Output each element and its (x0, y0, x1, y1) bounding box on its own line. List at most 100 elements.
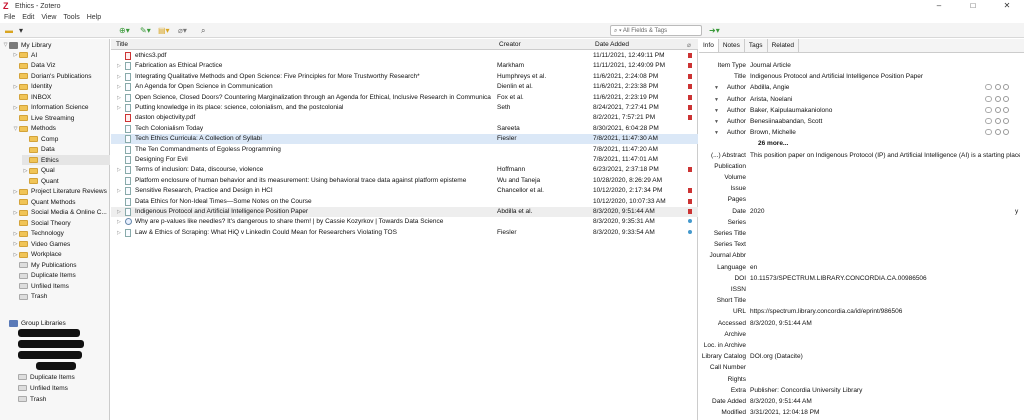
maximize-button[interactable]: □ (956, 0, 990, 12)
table-row[interactable]: ▷ Law & Ethics of Scraping: What HiQ v Li… (111, 228, 698, 238)
group-duplicate-items[interactable]: Duplicate Items (18, 372, 75, 382)
twisty-icon[interactable]: ▷ (12, 252, 19, 258)
creator-type-menu-icon[interactable]: ▼ (714, 85, 719, 91)
pdf-attachment-icon[interactable] (688, 209, 692, 214)
collection-row[interactable]: ▷ Social Media & Online C... (12, 208, 110, 218)
add-author-icon[interactable] (1003, 118, 1009, 124)
table-row[interactable]: Tech Ethics Curricula: A Collection of S… (111, 134, 698, 145)
collection-row[interactable]: Duplicate Items (12, 271, 110, 281)
group-trash[interactable]: Trash (18, 394, 46, 404)
collection-row[interactable]: Unfiled Items (12, 281, 110, 291)
collection-row[interactable]: ▷ Identity (12, 82, 110, 92)
collection-row[interactable]: ▷ AI (12, 50, 110, 60)
web-attachment-icon[interactable] (688, 219, 692, 224)
twisty-icon[interactable]: ▷ (117, 219, 121, 225)
add-author-icon[interactable] (1003, 129, 1009, 136)
table-row[interactable]: ▷ Sensitive Research, Practice and Design… (111, 186, 698, 196)
add-by-identifier-icon[interactable]: ✎▾ (140, 26, 151, 35)
field-value[interactable]: Benesiinaabandan, Scott (750, 118, 1020, 125)
column-creator[interactable]: Creator (499, 41, 521, 48)
new-item-icon[interactable]: ⊕▾ (119, 26, 130, 35)
field-value[interactable]: Journal Article (750, 62, 1020, 69)
collection-row[interactable]: Data Viz (12, 61, 110, 71)
pdf-attachment-icon[interactable] (688, 115, 692, 121)
pdf-attachment-icon[interactable] (688, 53, 692, 58)
collection-row[interactable]: INBOX (12, 92, 110, 102)
remove-author-icon[interactable] (995, 106, 1001, 113)
collection-row[interactable]: Trash (12, 292, 110, 302)
column-date-added[interactable]: Date Added (595, 41, 629, 48)
table-row[interactable]: ▷ Terms of inclusion: Data, discourse, vi… (111, 165, 698, 175)
twisty-icon[interactable]: ▷ (117, 63, 121, 69)
twisty-icon[interactable]: ▷ (117, 167, 121, 173)
sync-icon[interactable]: ➜▾ (709, 26, 720, 35)
twisty-icon[interactable]: ▷ (12, 231, 19, 237)
collection-row[interactable]: ▽ Methods (12, 124, 110, 134)
menu-tools[interactable]: Tools (63, 14, 79, 21)
field-value[interactable]: DOI.org (Datacite) (750, 353, 1020, 360)
table-row[interactable]: ethics3.pdf 11/11/2021, 12:49:11 PM (111, 51, 698, 61)
field-value[interactable]: 10.11573/SPECTRUM.LIBRARY.CONCORDIA.CA.0… (750, 275, 1020, 282)
tab-related[interactable]: Related (768, 39, 799, 52)
group-unfiled-items[interactable]: Unfiled Items (18, 383, 68, 393)
twisty-icon[interactable]: ▷ (117, 105, 121, 111)
collection-row[interactable]: ▷ Project Literature Reviews (12, 187, 110, 197)
pdf-attachment-icon[interactable] (688, 73, 692, 79)
creator-type-menu-icon[interactable]: ▼ (714, 119, 719, 125)
remove-author-icon[interactable] (995, 95, 1001, 102)
collection-row[interactable]: Dorian's Publications (12, 71, 110, 81)
collection-row[interactable]: Quant Methods (12, 197, 110, 207)
collection-row[interactable]: Comp (22, 134, 110, 144)
twisty-icon[interactable]: ▽ (2, 42, 9, 48)
pdf-attachment-icon[interactable] (688, 188, 692, 194)
table-row[interactable]: Data Ethics for Non-Ideal Times—Some Not… (111, 197, 698, 207)
twisty-icon[interactable]: ▽ (12, 126, 19, 132)
field-value[interactable]: https://spectrum.library.concordia.ca/id… (750, 308, 1020, 315)
pdf-attachment-icon[interactable] (688, 84, 692, 90)
collection-row[interactable]: Social Theory (12, 218, 110, 228)
column-title[interactable]: Title (116, 41, 128, 48)
field-value[interactable]: Baker, Kaipulaumakaniolono (750, 107, 1020, 114)
remove-author-icon[interactable] (995, 118, 1001, 124)
tab-notes[interactable]: Notes (719, 39, 745, 52)
pdf-attachment-icon[interactable] (688, 94, 692, 100)
collection-row[interactable]: ▷ Information Science (12, 103, 110, 113)
field-value[interactable]: This position paper on Indigenous Protoc… (750, 152, 1020, 159)
add-author-icon[interactable] (1003, 95, 1009, 102)
field-value[interactable]: Arista, Noelani (750, 96, 1020, 103)
menu-file[interactable]: File (4, 14, 15, 21)
table-row[interactable]: ▷ Why are p-values like needles? It's dan… (111, 217, 698, 227)
search-input[interactable]: ⌕ ▾ All Fields & Tags (610, 25, 702, 36)
twisty-icon[interactable]: ▷ (12, 241, 19, 247)
creator-type-menu-icon[interactable]: ▼ (714, 97, 719, 103)
web-attachment-icon[interactable] (688, 229, 692, 234)
field-value[interactable]: 3/31/2021, 12:04:18 PM (750, 409, 1020, 416)
twisty-icon[interactable]: ▷ (12, 189, 19, 195)
pdf-attachment-icon[interactable] (688, 198, 692, 204)
name-swap-icon[interactable] (985, 95, 992, 102)
pdf-attachment-icon[interactable] (688, 63, 692, 69)
field-value[interactable]: 26 more... (750, 140, 1020, 147)
remove-author-icon[interactable] (995, 129, 1001, 136)
collection-row[interactable]: My Publications (12, 260, 110, 270)
twisty-icon[interactable]: ▷ (12, 84, 19, 90)
field-value[interactable]: en (750, 264, 1020, 271)
remove-author-icon[interactable] (995, 84, 1001, 91)
name-swap-icon[interactable] (985, 106, 992, 113)
field-value[interactable]: 8/3/2020, 9:51:44 AM (750, 320, 1020, 327)
collection-row[interactable]: ▷ Technology (12, 229, 110, 239)
twisty-icon[interactable]: ▷ (12, 105, 19, 111)
twisty-icon[interactable]: ▷ (22, 168, 29, 174)
collection-row[interactable]: Live Streaming (12, 113, 110, 123)
twisty-icon[interactable]: ▷ (12, 52, 19, 58)
table-row[interactable]: The Ten Commandments of Egoless Programm… (111, 145, 698, 155)
collection-row[interactable]: ▷ Qual (22, 166, 110, 176)
field-value[interactable]: Publisher: Concordia University Library (750, 387, 1020, 394)
close-button[interactable]: ✕ (990, 0, 1024, 12)
new-collection-icon[interactable]: ▬ (5, 26, 13, 35)
collection-row[interactable]: Data (22, 145, 110, 155)
twisty-icon[interactable]: ▷ (117, 74, 121, 80)
collection-row[interactable]: Quant (22, 176, 110, 186)
collection-row[interactable]: ▷ Workplace (12, 250, 110, 260)
twisty-icon[interactable]: ▷ (117, 188, 121, 194)
